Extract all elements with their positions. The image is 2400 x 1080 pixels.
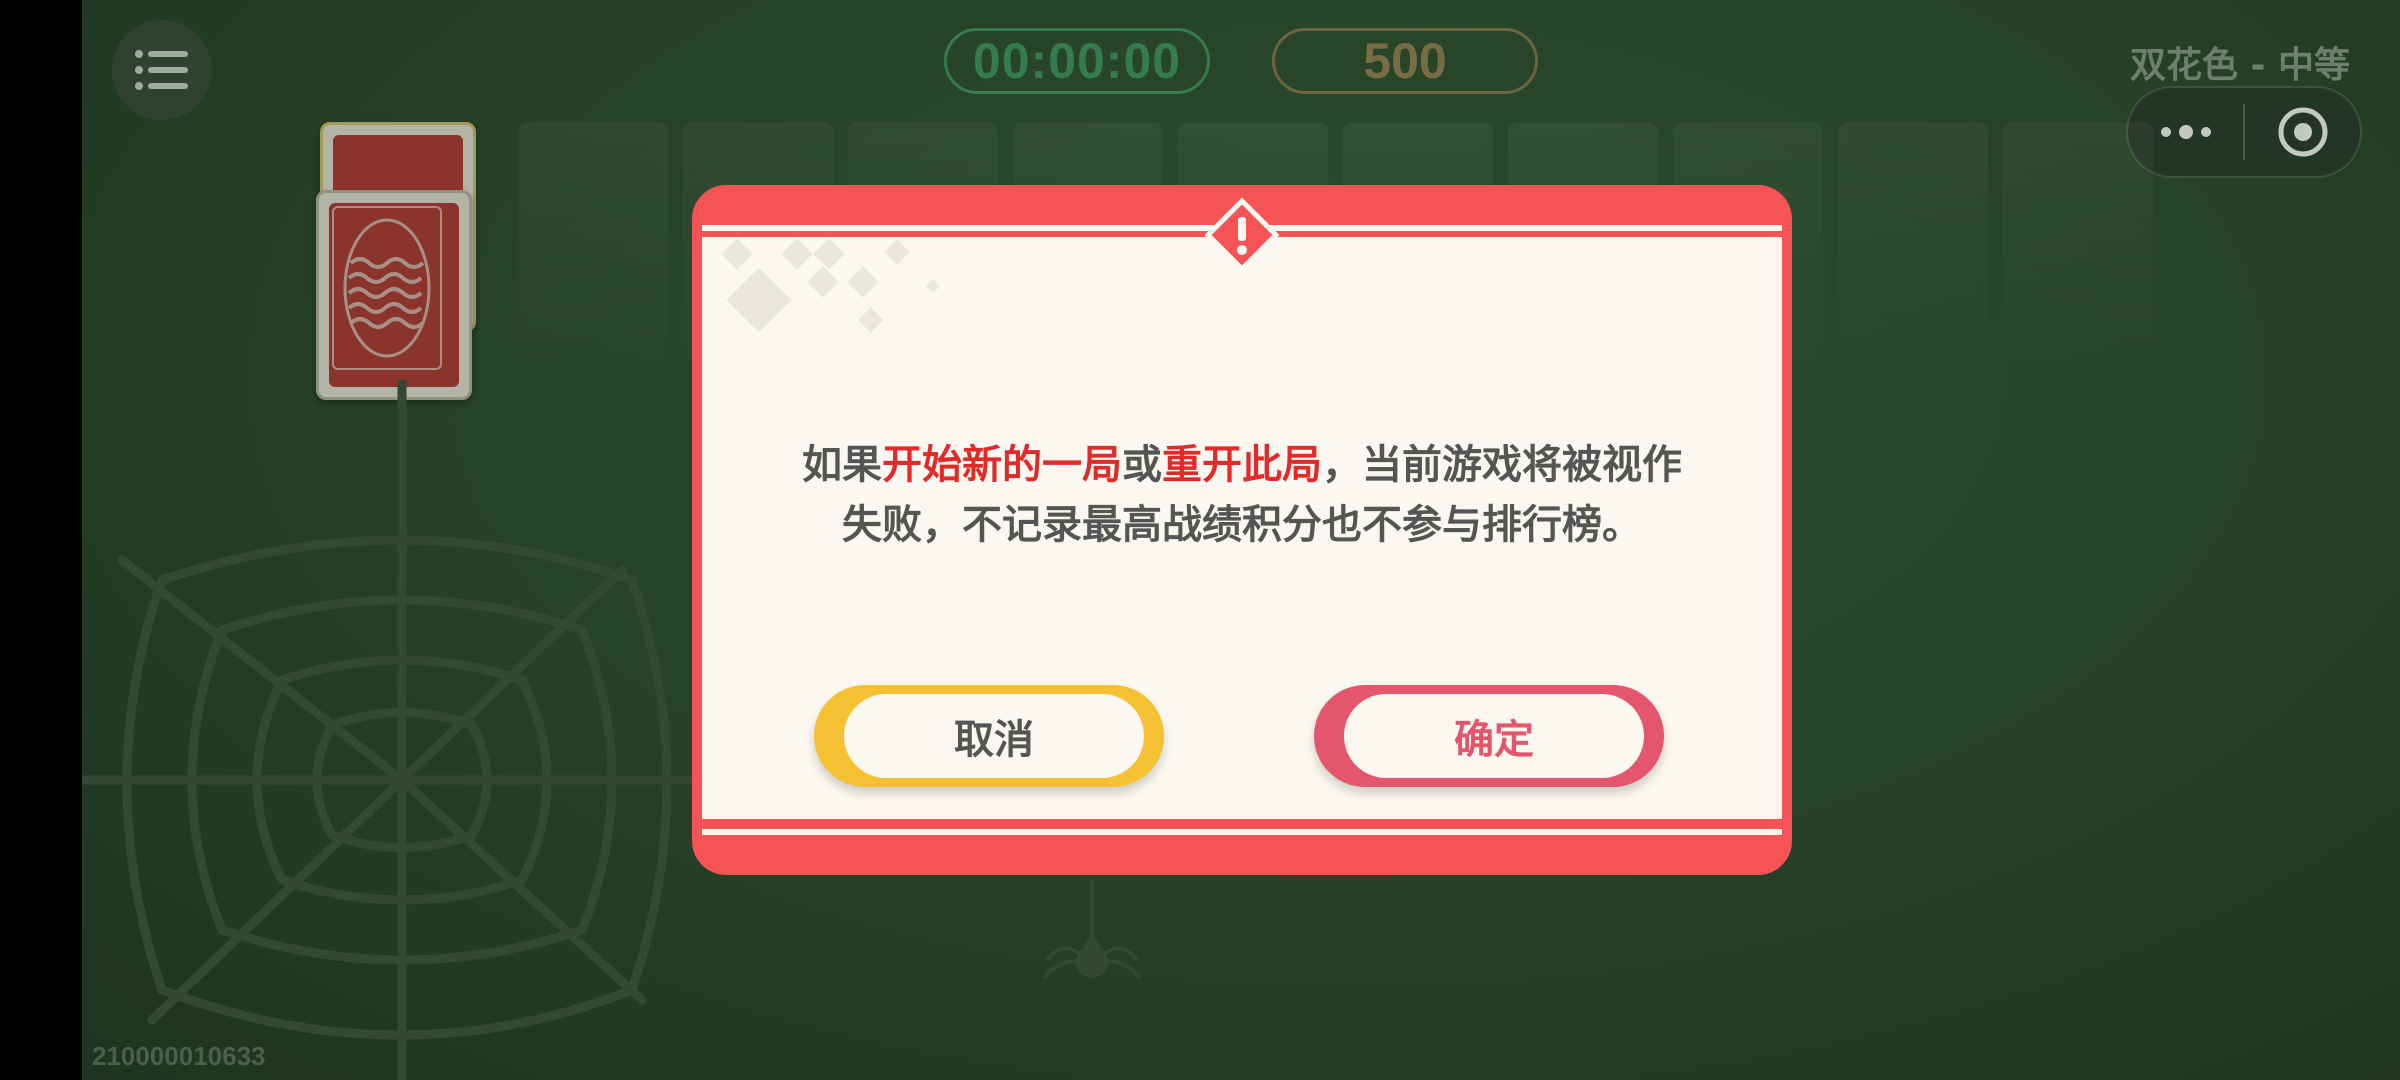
message-highlight-new-game: 开始新的一局 bbox=[882, 442, 1122, 488]
alert-icon bbox=[1204, 197, 1280, 273]
dialog-message: 如果开始新的一局或重开此局，当前游戏将被视作 失败，不记录最高战绩积分也不参与排… bbox=[752, 435, 1732, 555]
diamond-pattern-decoration bbox=[721, 238, 941, 333]
cancel-button[interactable]: 取消 bbox=[814, 685, 1164, 787]
left-black-bar bbox=[0, 0, 82, 1080]
confirm-button[interactable]: 确定 bbox=[1314, 685, 1664, 787]
game-board: 00:00:00 500 双花色 - 中等 210000010633 如果开始新… bbox=[82, 0, 2400, 1080]
message-highlight-restart: 重开此局 bbox=[1162, 442, 1322, 488]
message-part1: 如果 bbox=[802, 442, 882, 488]
confirm-dialog: 如果开始新的一局或重开此局，当前游戏将被视作 失败，不记录最高战绩积分也不参与排… bbox=[692, 185, 1792, 875]
confirm-button-label: 确定 bbox=[1344, 694, 1644, 778]
message-part3: ，当前游戏将被视作 bbox=[1322, 442, 1682, 488]
dialog-bottom-stripe bbox=[702, 829, 1782, 835]
cancel-button-label: 取消 bbox=[844, 694, 1144, 778]
message-part2: 或 bbox=[1122, 442, 1162, 488]
message-line2: 失败，不记录最高战绩积分也不参与排行榜。 bbox=[842, 502, 1642, 548]
